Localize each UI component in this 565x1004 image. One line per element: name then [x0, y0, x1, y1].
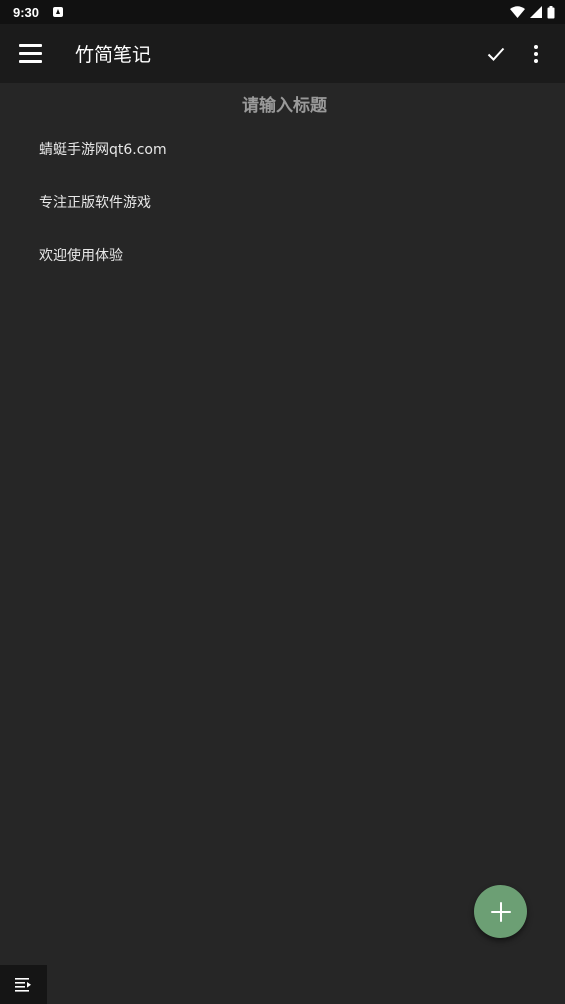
add-fab-button[interactable]: [474, 885, 527, 938]
more-vert-icon: [534, 44, 538, 63]
more-options-button[interactable]: [521, 39, 551, 69]
note-line[interactable]: 欢迎使用体验: [39, 244, 167, 297]
format-list-icon: [15, 977, 31, 992]
app-bar: 竹简笔记: [0, 24, 565, 83]
battery-icon: [547, 5, 555, 18]
note-content[interactable]: 蜻蜓手游网qt6.com 专注正版软件游戏 欢迎使用体验: [39, 138, 167, 297]
wifi-icon: [510, 6, 525, 18]
status-bar: 9:30: [0, 0, 565, 24]
status-left: 9:30: [13, 4, 64, 20]
menu-icon-line: [19, 44, 42, 47]
menu-button[interactable]: [19, 39, 49, 69]
notification-a-icon: [53, 7, 64, 17]
menu-icon-line: [19, 60, 42, 63]
check-icon: [487, 47, 505, 61]
note-line[interactable]: 蜻蜓手游网qt6.com: [39, 138, 167, 191]
status-right: [510, 5, 555, 19]
status-time: 9:30: [13, 4, 40, 20]
menu-icon-line: [19, 52, 42, 55]
title-input[interactable]: [0, 83, 565, 129]
signal-icon: [530, 6, 542, 18]
save-check-button[interactable]: [481, 39, 511, 69]
format-toggle-button[interactable]: [0, 965, 47, 1004]
note-line[interactable]: 专注正版软件游戏: [39, 191, 167, 244]
app-title: 竹简笔记: [75, 44, 152, 66]
plus-icon: [490, 901, 511, 922]
